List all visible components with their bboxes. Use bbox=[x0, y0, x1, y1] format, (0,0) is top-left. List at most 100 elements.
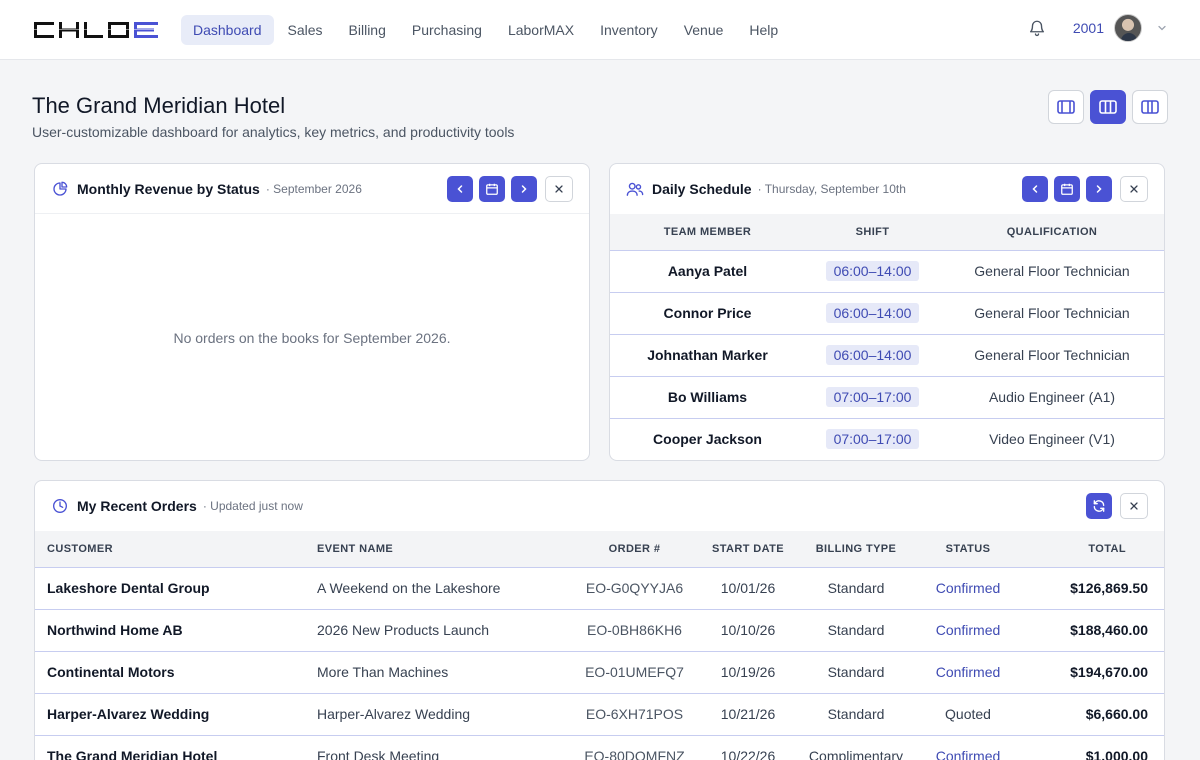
layout-button-narrow[interactable] bbox=[1048, 90, 1084, 124]
col-status[interactable]: STATUS bbox=[918, 531, 1018, 567]
close-icon bbox=[555, 184, 563, 193]
layout-switcher bbox=[1048, 90, 1168, 124]
calendar-icon bbox=[1061, 183, 1073, 195]
schedule-table-header: TEAM MEMBER SHIFT QUALIFICATION bbox=[610, 214, 1164, 250]
event-name: Harper-Alvarez Wedding bbox=[317, 692, 567, 735]
chloe-logo[interactable] bbox=[32, 19, 160, 41]
chevron-right-icon bbox=[521, 184, 527, 193]
table-row[interactable]: Continental Motors More Than Machines EO… bbox=[35, 650, 1164, 693]
nav-labormax[interactable]: LaborMAX bbox=[496, 15, 586, 45]
col-shift[interactable]: SHIFT bbox=[805, 214, 940, 250]
refresh-icon bbox=[1093, 500, 1105, 512]
event-name: A Weekend on the Lakeshore bbox=[317, 566, 567, 609]
chevron-down-icon[interactable] bbox=[1156, 22, 1168, 34]
layout-button-medium[interactable] bbox=[1090, 90, 1126, 124]
order-number[interactable]: EO-80DQMFNZ bbox=[567, 734, 702, 760]
start-date: 10/10/26 bbox=[702, 608, 794, 651]
nav-sales[interactable]: Sales bbox=[276, 15, 335, 45]
start-date: 10/19/26 bbox=[702, 650, 794, 693]
col-event-name[interactable]: EVENT NAME bbox=[317, 531, 567, 567]
qualification: General Floor Technician bbox=[940, 333, 1164, 376]
nav-venue[interactable]: Venue bbox=[672, 15, 736, 45]
order-number[interactable]: EO-01UMEFQ7 bbox=[567, 650, 702, 693]
col-customer[interactable]: CUSTOMER bbox=[35, 531, 317, 567]
col-team-member[interactable]: TEAM MEMBER bbox=[610, 214, 805, 250]
member-name: Aanya Patel bbox=[610, 249, 805, 292]
member-name: Connor Price bbox=[610, 291, 805, 334]
orders-card: My Recent Orders · Updated just now CUST… bbox=[34, 480, 1165, 760]
columns-icon bbox=[1141, 100, 1159, 114]
layout-button-wide[interactable] bbox=[1132, 90, 1168, 124]
start-date: 10/21/26 bbox=[702, 692, 794, 735]
next-month-button[interactable] bbox=[511, 175, 537, 202]
avatar[interactable] bbox=[1114, 14, 1142, 42]
customer-name: Harper-Alvarez Wedding bbox=[35, 692, 317, 735]
status-badge: Confirmed bbox=[918, 734, 1018, 760]
calendar-button[interactable] bbox=[479, 175, 505, 202]
event-name: More Than Machines bbox=[317, 650, 567, 693]
nav-help[interactable]: Help bbox=[737, 15, 790, 45]
table-row[interactable]: Johnathan Marker 06:00–14:00 General Flo… bbox=[610, 333, 1164, 376]
schedule-card-title: Daily Schedule bbox=[652, 181, 752, 197]
close-revenue-card-button[interactable] bbox=[545, 175, 573, 202]
table-row[interactable]: Bo Williams 07:00–17:00 Audio Engineer (… bbox=[610, 375, 1164, 418]
nav-dashboard[interactable]: Dashboard bbox=[181, 15, 274, 45]
nav-inventory[interactable]: Inventory bbox=[588, 15, 670, 45]
qualification: General Floor Technician bbox=[940, 291, 1164, 334]
table-row[interactable]: The Grand Meridian Hotel Front Desk Meet… bbox=[35, 734, 1164, 760]
shift-badge: 07:00–17:00 bbox=[825, 387, 920, 407]
event-name: Front Desk Meeting bbox=[317, 734, 567, 760]
col-total[interactable]: TOTAL bbox=[1018, 531, 1164, 567]
page-subtitle: User-customizable dashboard for analytic… bbox=[32, 124, 515, 140]
user-area: 2001 bbox=[1027, 14, 1168, 42]
schedule-card: Daily Schedule · Thursday, September 10t… bbox=[609, 163, 1165, 461]
columns-icon bbox=[1057, 100, 1075, 114]
refresh-orders-button[interactable] bbox=[1086, 493, 1112, 519]
orders-table-header: CUSTOMER EVENT NAME ORDER # START DATE B… bbox=[35, 531, 1164, 567]
pie-chart-icon bbox=[51, 180, 69, 198]
start-date: 10/01/26 bbox=[702, 566, 794, 609]
close-schedule-card-button[interactable] bbox=[1120, 176, 1148, 202]
table-row[interactable]: Connor Price 06:00–14:00 General Floor T… bbox=[610, 291, 1164, 334]
qualification: Audio Engineer (A1) bbox=[940, 375, 1164, 418]
col-start-date[interactable]: START DATE bbox=[702, 531, 794, 567]
revenue-card-header: Monthly Revenue by Status · September 20… bbox=[35, 164, 589, 214]
next-day-button[interactable] bbox=[1086, 176, 1112, 202]
qualification: Video Engineer (V1) bbox=[940, 417, 1164, 460]
revenue-card: Monthly Revenue by Status · September 20… bbox=[34, 163, 590, 461]
nav-billing[interactable]: Billing bbox=[337, 15, 398, 45]
prev-day-button[interactable] bbox=[1022, 176, 1048, 202]
schedule-calendar-button[interactable] bbox=[1054, 176, 1080, 202]
order-total: $188,460.00 bbox=[1018, 608, 1164, 651]
user-id[interactable]: 2001 bbox=[1073, 20, 1104, 36]
orders-card-subtitle: · Updated just now bbox=[202, 499, 303, 513]
col-billing-type[interactable]: BILLING TYPE bbox=[794, 531, 918, 567]
col-qualification[interactable]: QUALIFICATION bbox=[940, 214, 1164, 250]
billing-type: Complimentary bbox=[794, 734, 918, 760]
orders-card-title: My Recent Orders bbox=[77, 498, 197, 514]
table-row[interactable]: Cooper Jackson 07:00–17:00 Video Enginee… bbox=[610, 417, 1164, 460]
schedule-card-subtitle: · Thursday, September 10th bbox=[757, 182, 906, 196]
customer-name: Lakeshore Dental Group bbox=[35, 566, 317, 609]
table-row[interactable]: Aanya Patel 06:00–14:00 General Floor Te… bbox=[610, 249, 1164, 292]
status-badge: Confirmed bbox=[918, 608, 1018, 651]
revenue-card-title: Monthly Revenue by Status bbox=[77, 180, 260, 197]
chevron-left-icon bbox=[1032, 185, 1038, 193]
order-number[interactable]: EO-0BH86KH6 bbox=[567, 608, 702, 651]
start-date: 10/22/26 bbox=[702, 734, 794, 760]
col-order-number[interactable]: ORDER # bbox=[567, 531, 702, 567]
table-row[interactable]: Harper-Alvarez Wedding Harper-Alvarez We… bbox=[35, 692, 1164, 735]
table-row[interactable]: Lakeshore Dental Group A Weekend on the … bbox=[35, 566, 1164, 609]
nav-purchasing[interactable]: Purchasing bbox=[400, 15, 494, 45]
bell-icon[interactable] bbox=[1027, 18, 1047, 38]
chevron-left-icon bbox=[457, 184, 463, 193]
order-number[interactable]: EO-G0QYYJA6 bbox=[567, 566, 702, 609]
close-orders-card-button[interactable] bbox=[1120, 493, 1148, 519]
order-number[interactable]: EO-6XH71POS bbox=[567, 692, 702, 735]
order-total: $126,869.50 bbox=[1018, 566, 1164, 609]
table-row[interactable]: Northwind Home AB 2026 New Products Laun… bbox=[35, 608, 1164, 651]
event-name: 2026 New Products Launch bbox=[317, 608, 567, 651]
prev-month-button[interactable] bbox=[447, 175, 473, 202]
orders-table: CUSTOMER EVENT NAME ORDER # START DATE B… bbox=[35, 531, 1164, 760]
member-name: Bo Williams bbox=[610, 375, 805, 418]
